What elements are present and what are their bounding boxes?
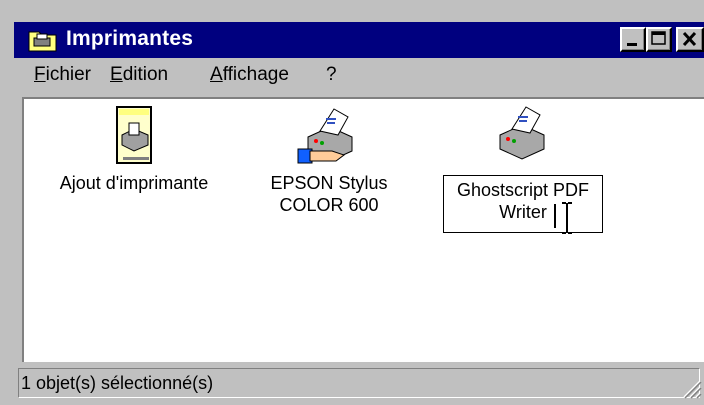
shared-printer-icon [297,108,353,164]
item-label: EPSON Stylus COLOR 600 [270,173,388,215]
menu-edition[interactable]: Edition [110,64,168,86]
add-printer-icon [116,106,152,164]
minimize-button[interactable] [620,27,646,52]
ibeam-cursor-icon [562,202,572,234]
printers-folder-icon [28,31,57,52]
title-bar[interactable]: Imprimantes [14,22,704,58]
item-label: Ajout d'imprimante [59,173,209,193]
printers-window: Imprimantes Fichier Edition Affichage ? … [0,0,704,405]
list-item-ghostscript[interactable] [452,103,592,170]
close-icon [682,31,697,47]
minimize-icon [627,43,637,46]
menu-help[interactable]: ? [326,64,337,86]
menu-bar: Fichier Edition Affichage ? [14,58,704,92]
maximize-icon [651,31,666,45]
maximize-button[interactable] [646,27,672,52]
status-bar: 1 objet(s) sélectionné(s) [14,365,704,401]
list-item-add-printer[interactable]: Ajout d'imprimante [39,105,229,194]
text-caret [554,204,556,228]
close-button[interactable] [676,27,704,52]
rename-field[interactable]: Ghostscript PDF Writer [443,175,603,233]
list-item-epson[interactable]: EPSON Stylus COLOR 600 [234,105,424,216]
menu-affichage[interactable]: Affichage [210,64,289,86]
status-text: 1 objet(s) sélectionné(s) [18,368,700,398]
printer-icon [499,106,545,160]
menu-fichier[interactable]: Fichier [34,64,91,86]
window-title: Imprimantes [66,27,194,50]
resize-grip-icon[interactable] [680,377,702,399]
